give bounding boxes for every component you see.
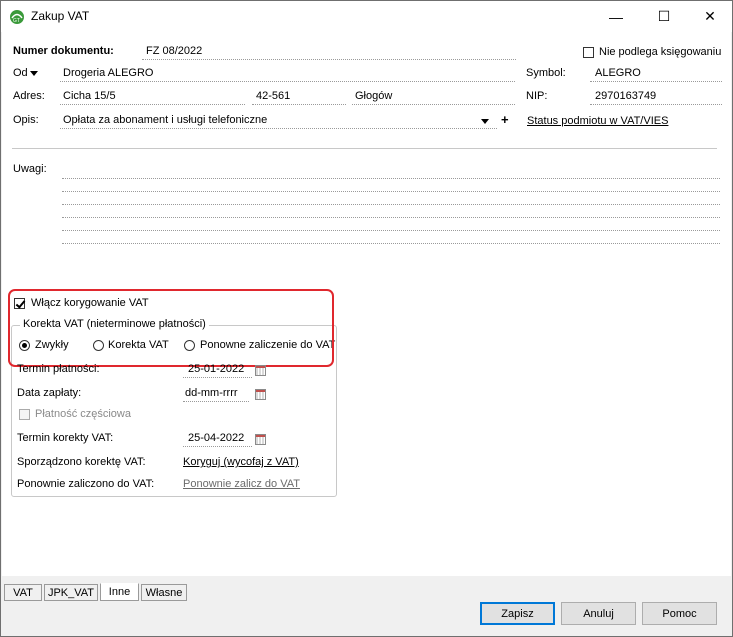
ponownie-label: Ponownie zaliczono do VAT: — [17, 478, 155, 490]
street-field[interactable]: Cicha 15/5 — [60, 89, 245, 105]
nip-label: NIP: — [526, 90, 548, 102]
not-accounting-checkbox[interactable] — [583, 47, 594, 58]
postal-field[interactable]: 42-561 — [252, 89, 346, 105]
symbol-label: Symbol: — [526, 67, 566, 79]
uwagi-label: Uwagi: — [13, 163, 47, 175]
separator — [12, 148, 717, 149]
not-accounting-label: Nie podlega księgowaniu — [599, 46, 722, 58]
od-field[interactable]: Drogeria ALEGRO — [60, 66, 515, 82]
close-button[interactable]: ✕ — [687, 1, 733, 32]
opis-label: Opis: — [13, 114, 39, 126]
termin-platnosci-field[interactable]: 25-01-2022 — [183, 362, 252, 378]
platnosc-czesciowa-checkbox — [19, 409, 30, 420]
calendar-icon[interactable] — [255, 365, 266, 376]
tab-inne[interactable]: Inne — [100, 583, 139, 601]
doc-number-field[interactable]: FZ 08/2022 — [142, 44, 516, 60]
termin-korekty-field[interactable]: 25-04-2022 — [183, 431, 252, 447]
symbol-field[interactable]: ALEGRO — [590, 66, 722, 82]
sporzadzono-label: Sporządzono korektę VAT: — [17, 456, 146, 468]
form-area: Numer dokumentu: FZ 08/2022 Nie podlega … — [2, 32, 731, 576]
city-field[interactable]: Głogów — [352, 89, 515, 105]
platnosc-czesciowa-label: Płatność częściowa — [35, 408, 131, 420]
app-logo-icon: GT — [10, 10, 24, 24]
tab-jpk-vat[interactable]: JPK_VAT — [44, 584, 98, 601]
termin-korekty-label: Termin korekty VAT: — [17, 432, 114, 444]
termin-platnosci-label: Termin płatności: — [17, 363, 100, 375]
data-zaplaty-label: Data zapłaty: — [17, 387, 82, 399]
adres-label: Adres: — [13, 90, 45, 102]
svg-text:GT: GT — [13, 18, 20, 24]
window-title: Zakup VAT — [31, 9, 90, 23]
data-zaplaty-field[interactable]: dd-mm-rrrr — [183, 386, 249, 402]
opis-dropdown-icon[interactable] — [481, 119, 489, 124]
od-dropdown-icon[interactable] — [30, 71, 38, 76]
calendar-icon[interactable] — [255, 389, 266, 400]
save-button[interactable]: Zapisz — [480, 602, 555, 625]
koryguj-link[interactable]: Koryguj (wycofaj z VAT) — [183, 456, 299, 468]
title-bar: GT Zakup VAT — ☐ ✕ — [1, 1, 732, 32]
highlight-frame — [8, 289, 334, 367]
ponownie-zalicz-link[interactable]: Ponownie zalicz do VAT — [183, 478, 300, 490]
status-vat-link[interactable]: Status podmiotu w VAT/VIES — [527, 115, 668, 127]
opis-field[interactable]: Opłata za abonament i usługi telefoniczn… — [60, 113, 497, 129]
calendar-icon[interactable] — [255, 434, 266, 445]
cancel-button[interactable]: Anuluj — [561, 602, 636, 625]
tab-vat[interactable]: VAT — [4, 584, 42, 601]
maximize-button[interactable]: ☐ — [641, 1, 687, 32]
dialog-window: GT Zakup VAT — ☐ ✕ Numer dokumentu: FZ 0… — [0, 0, 733, 637]
minimize-icon: — — [609, 8, 623, 25]
od-label: Od — [13, 67, 28, 79]
add-opis-button[interactable]: + — [501, 112, 509, 127]
help-button[interactable]: Pomoc — [642, 602, 717, 625]
nip-field[interactable]: 2970163749 — [590, 89, 722, 105]
close-icon: ✕ — [704, 8, 716, 24]
minimize-button[interactable]: — — [593, 1, 639, 32]
doc-number-label: Numer dokumentu: — [13, 45, 114, 57]
tab-wlasne[interactable]: Własne — [141, 584, 187, 601]
maximize-icon: ☐ — [657, 8, 671, 24]
